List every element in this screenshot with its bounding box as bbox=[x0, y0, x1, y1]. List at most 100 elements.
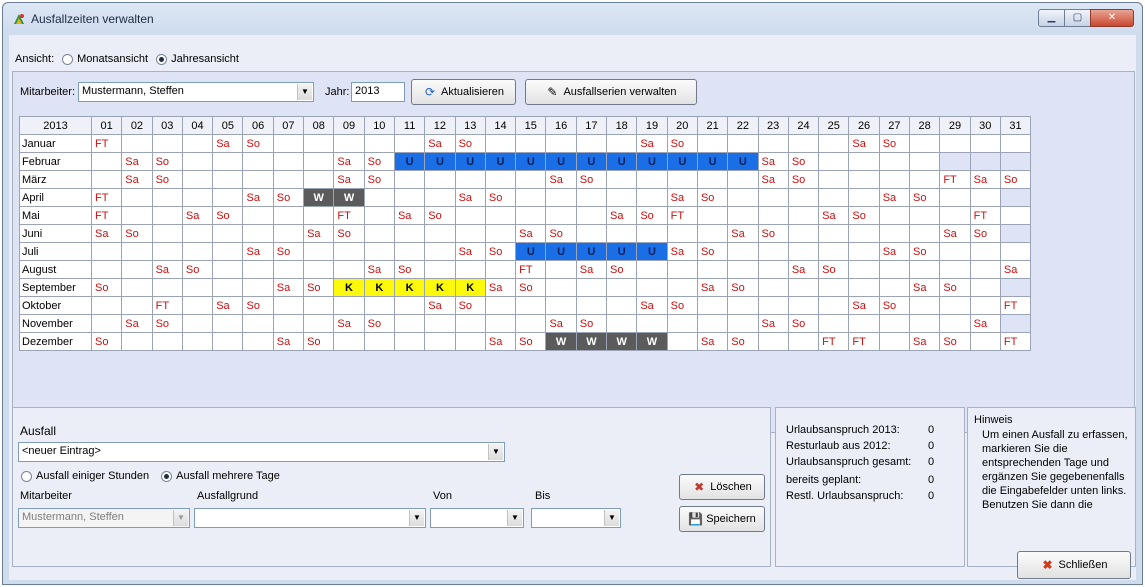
days-option-radio[interactable] bbox=[161, 470, 173, 482]
day-cell[interactable] bbox=[787, 332, 820, 351]
day-cell[interactable]: U bbox=[666, 152, 698, 171]
day-cell[interactable]: Sa bbox=[757, 152, 789, 171]
day-cell[interactable] bbox=[999, 134, 1032, 153]
day-cell[interactable] bbox=[727, 188, 759, 207]
day-cell[interactable]: So bbox=[909, 242, 941, 261]
day-cell[interactable]: So bbox=[151, 314, 183, 333]
day-cell[interactable] bbox=[606, 278, 638, 297]
day-cell[interactable]: So bbox=[121, 224, 153, 243]
day-cell[interactable] bbox=[999, 206, 1032, 225]
day-cell[interactable]: Sa bbox=[90, 224, 123, 243]
day-cell[interactable] bbox=[121, 206, 153, 225]
day-cell[interactable]: So bbox=[303, 278, 335, 297]
day-cell[interactable]: So bbox=[151, 152, 183, 171]
day-cell[interactable]: FT bbox=[848, 332, 880, 351]
day-cell[interactable]: Sa bbox=[121, 170, 153, 189]
day-cell[interactable]: U bbox=[696, 152, 729, 171]
day-cell[interactable]: U bbox=[636, 152, 668, 171]
close-button[interactable]: ✖ Schließen bbox=[1017, 551, 1131, 579]
day-cell[interactable] bbox=[757, 206, 789, 225]
day-cell[interactable]: So bbox=[818, 260, 850, 279]
day-cell[interactable] bbox=[212, 170, 244, 189]
day-cell[interactable] bbox=[151, 224, 183, 243]
day-cell[interactable]: W bbox=[333, 188, 365, 207]
day-cell[interactable] bbox=[575, 206, 608, 225]
day-cell[interactable] bbox=[696, 134, 729, 153]
day-cell[interactable] bbox=[636, 314, 668, 333]
day-cell[interactable]: U bbox=[575, 152, 608, 171]
day-cell[interactable]: Sa bbox=[484, 332, 517, 351]
day-cell[interactable] bbox=[757, 296, 789, 315]
minimize-button[interactable]: ▁ bbox=[1038, 9, 1065, 27]
day-cell[interactable] bbox=[333, 242, 365, 261]
day-cell[interactable] bbox=[484, 314, 517, 333]
day-cell[interactable]: U bbox=[454, 152, 486, 171]
day-cell[interactable] bbox=[181, 296, 214, 315]
day-cell[interactable]: FT bbox=[90, 188, 123, 207]
day-cell[interactable]: W bbox=[636, 332, 668, 351]
day-cell[interactable]: So bbox=[787, 170, 820, 189]
day-cell[interactable]: Sa bbox=[999, 260, 1032, 279]
day-cell[interactable] bbox=[181, 170, 214, 189]
year-view-radio[interactable] bbox=[156, 53, 168, 65]
day-cell[interactable] bbox=[181, 188, 214, 207]
day-cell[interactable] bbox=[272, 152, 305, 171]
day-cell[interactable]: FT bbox=[969, 206, 1001, 225]
day-cell[interactable] bbox=[848, 314, 880, 333]
day-cell[interactable]: So bbox=[90, 332, 123, 351]
day-cell[interactable] bbox=[606, 314, 638, 333]
day-cell[interactable] bbox=[878, 206, 911, 225]
day-cell[interactable] bbox=[696, 170, 729, 189]
day-cell[interactable]: Sa bbox=[666, 242, 698, 261]
day-cell[interactable] bbox=[454, 314, 486, 333]
day-cell[interactable] bbox=[303, 242, 335, 261]
day-cell[interactable]: Sa bbox=[515, 224, 547, 243]
day-cell[interactable]: FT bbox=[939, 170, 971, 189]
day-cell[interactable]: So bbox=[90, 278, 123, 297]
day-cell[interactable] bbox=[121, 188, 153, 207]
day-cell[interactable]: K bbox=[363, 278, 395, 297]
day-cell[interactable]: Sa bbox=[787, 260, 820, 279]
day-cell[interactable] bbox=[272, 206, 305, 225]
day-cell[interactable] bbox=[848, 278, 880, 297]
day-cell[interactable]: So bbox=[939, 278, 971, 297]
day-cell[interactable] bbox=[818, 188, 850, 207]
day-cell[interactable] bbox=[818, 134, 850, 153]
day-cell[interactable] bbox=[363, 224, 395, 243]
day-cell[interactable]: Sa bbox=[757, 170, 789, 189]
day-cell[interactable] bbox=[696, 224, 729, 243]
day-cell[interactable]: U bbox=[636, 242, 668, 261]
day-cell[interactable] bbox=[151, 206, 183, 225]
day-cell[interactable] bbox=[636, 260, 668, 279]
day-cell[interactable] bbox=[303, 260, 335, 279]
day-cell[interactable]: So bbox=[666, 134, 698, 153]
day-cell[interactable] bbox=[151, 188, 183, 207]
day-cell[interactable] bbox=[484, 170, 517, 189]
day-cell[interactable] bbox=[272, 170, 305, 189]
day-cell[interactable] bbox=[939, 296, 971, 315]
day-cell[interactable]: FT bbox=[151, 296, 183, 315]
day-cell[interactable] bbox=[212, 314, 244, 333]
day-cell[interactable]: Sa bbox=[212, 134, 244, 153]
day-cell[interactable] bbox=[757, 278, 789, 297]
day-cell[interactable]: So bbox=[787, 152, 820, 171]
day-cell[interactable] bbox=[272, 296, 305, 315]
days-option-label[interactable]: Ausfall mehrere Tage bbox=[176, 470, 280, 482]
day-cell[interactable]: So bbox=[272, 242, 305, 261]
day-cell[interactable]: Sa bbox=[242, 188, 274, 207]
day-cell[interactable]: FT bbox=[90, 206, 123, 225]
day-cell[interactable] bbox=[454, 170, 486, 189]
day-cell[interactable]: Sa bbox=[848, 296, 880, 315]
day-cell[interactable]: Sa bbox=[969, 170, 1001, 189]
day-cell[interactable] bbox=[212, 188, 244, 207]
day-cell[interactable] bbox=[484, 134, 517, 153]
day-cell[interactable] bbox=[515, 296, 547, 315]
chevron-down-icon[interactable]: ▼ bbox=[409, 510, 424, 526]
day-cell[interactable]: FT bbox=[999, 332, 1032, 351]
day-cell[interactable]: U bbox=[545, 152, 577, 171]
day-cell[interactable] bbox=[545, 296, 577, 315]
day-cell[interactable]: U bbox=[545, 242, 577, 261]
day-cell[interactable] bbox=[878, 224, 911, 243]
day-cell[interactable] bbox=[424, 332, 456, 351]
employee-select[interactable]: Mustermann, Steffen ▼ bbox=[78, 82, 314, 102]
